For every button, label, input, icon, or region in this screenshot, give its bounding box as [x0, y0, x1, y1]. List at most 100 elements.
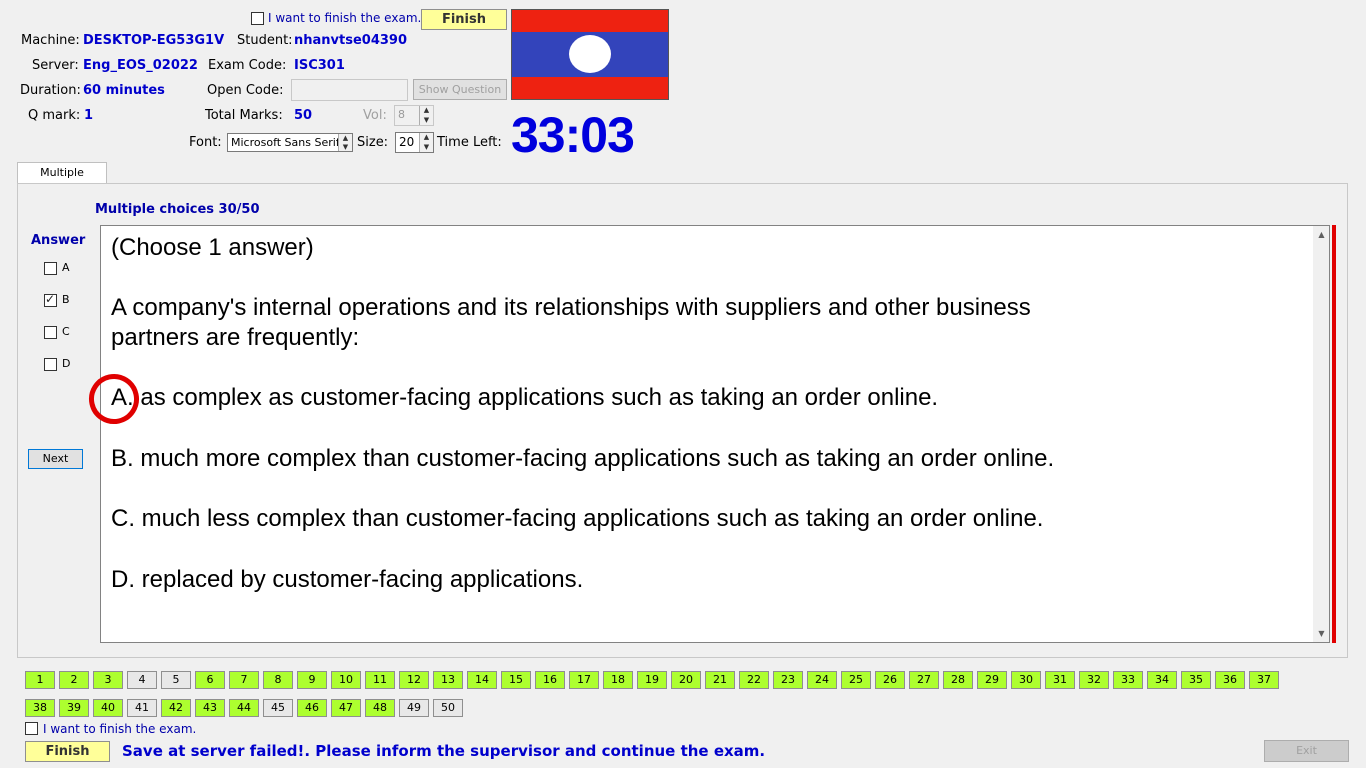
question-number-button[interactable]: 32	[1079, 671, 1109, 689]
flag-top-stripe	[512, 10, 668, 32]
total-marks-value: 50	[294, 108, 313, 123]
question-number-button[interactable]: 49	[399, 699, 429, 717]
open-code-input[interactable]	[291, 79, 408, 101]
question-progress: Multiple choices 30/50	[95, 202, 260, 217]
question-number-button[interactable]: 41	[127, 699, 157, 717]
question-scrollbar[interactable]: ▲ ▼	[1313, 226, 1329, 642]
student-value: nhanvtse04390	[294, 33, 408, 48]
question-number-button[interactable]: 48	[365, 699, 395, 717]
question-number-button[interactable]: 25	[841, 671, 871, 689]
total-marks-label: Total Marks:	[205, 108, 283, 123]
question-number-button[interactable]: 11	[365, 671, 395, 689]
vol-stepper[interactable]: 8 ▲ ▼	[394, 105, 434, 126]
question-grid-row-1: 1 2 3 4 5 6 7 8 9 10 11 12 13 14 15 16 17 18 19 20 21 22 23 24 2…	[25, 671, 1325, 691]
question-number-button[interactable]: 45	[263, 699, 293, 717]
question-number-button[interactable]: 21	[705, 671, 735, 689]
question-number-button[interactable]: 6	[195, 671, 225, 689]
exam-code-value: ISC301	[294, 58, 345, 73]
question-number-button[interactable]: 37	[1249, 671, 1279, 689]
question-number-button[interactable]: 1	[25, 671, 55, 689]
question-number-button[interactable]: 43	[195, 699, 225, 717]
size-value: 20	[399, 135, 415, 149]
question-number-button[interactable]: 35	[1181, 671, 1211, 689]
question-number-button[interactable]: 16	[535, 671, 565, 689]
finish-check-label-top: I want to finish the exam.	[268, 11, 422, 25]
answer-checkbox-a[interactable]	[44, 262, 57, 275]
flag-bottom-stripe	[512, 77, 668, 99]
finish-checkbox-top[interactable]	[251, 12, 264, 25]
finish-check-label-bottom: I want to finish the exam.	[43, 722, 197, 736]
question-number-button[interactable]: 23	[773, 671, 803, 689]
question-number-button[interactable]: 42	[161, 699, 191, 717]
question-number-button[interactable]: 50	[433, 699, 463, 717]
next-button[interactable]: Next	[28, 449, 83, 469]
open-code-label: Open Code:	[207, 83, 284, 98]
flag-image	[511, 9, 669, 100]
choice-c-text: C. much less complex than customer-facin…	[111, 505, 1044, 532]
question-number-button[interactable]: 18	[603, 671, 633, 689]
question-number-button[interactable]: 36	[1215, 671, 1245, 689]
vol-spin-buttons[interactable]: ▲ ▼	[419, 106, 433, 125]
question-number-button[interactable]: 10	[331, 671, 361, 689]
finish-button-bottom[interactable]: Finish	[25, 741, 110, 762]
question-stem-line-1: A company's internal operations and its …	[111, 294, 1031, 321]
question-number-button[interactable]: 22	[739, 671, 769, 689]
tab-multiple-choices[interactable]: Multiple Choices	[17, 162, 107, 198]
finish-checkbox-bottom[interactable]	[25, 722, 38, 735]
scroll-down-arrow-icon[interactable]: ▼	[1313, 625, 1329, 642]
question-number-button[interactable]: 15	[501, 671, 531, 689]
exam-code-label: Exam Code:	[208, 58, 287, 73]
show-question-button[interactable]: Show Question	[413, 79, 507, 100]
question-number-button[interactable]: 39	[59, 699, 89, 717]
answer-checkbox-b[interactable]	[44, 292, 57, 307]
question-number-button[interactable]: 40	[93, 699, 123, 717]
time-left-value: 33:03	[511, 107, 635, 163]
question-number-button[interactable]: 38	[25, 699, 55, 717]
size-spin-buttons[interactable]: ▲ ▼	[419, 133, 433, 152]
finish-button-top[interactable]: Finish	[421, 9, 507, 30]
question-number-button[interactable]: 26	[875, 671, 905, 689]
question-number-button[interactable]: 13	[433, 671, 463, 689]
question-number-button[interactable]: 34	[1147, 671, 1177, 689]
question-number-button[interactable]: 17	[569, 671, 599, 689]
answer-letter-b: B	[62, 293, 70, 306]
question-number-button[interactable]: 20	[671, 671, 701, 689]
exit-button[interactable]: Exit	[1264, 740, 1349, 762]
student-label: Student:	[237, 33, 293, 48]
question-number-button[interactable]: 29	[977, 671, 1007, 689]
machine-value: DESKTOP-EG53G1V	[83, 33, 225, 48]
question-number-button[interactable]: 3	[93, 671, 123, 689]
question-number-button[interactable]: 28	[943, 671, 973, 689]
question-number-button[interactable]: 19	[637, 671, 667, 689]
question-number-button[interactable]: 33	[1113, 671, 1143, 689]
font-select[interactable]: Microsoft Sans Serif ▲ ▼	[227, 133, 353, 152]
question-number-button[interactable]: 46	[297, 699, 327, 717]
question-number-button[interactable]: 4	[127, 671, 157, 689]
server-value: Eng_EOS_02022	[83, 58, 198, 73]
question-number-button[interactable]: 44	[229, 699, 259, 717]
answer-letter-c: C	[62, 325, 70, 338]
answer-checkbox-d[interactable]	[44, 358, 57, 371]
question-number-button[interactable]: 12	[399, 671, 429, 689]
choice-d-text: D. replaced by customer-facing applicati…	[111, 566, 584, 593]
size-label: Size:	[357, 135, 389, 150]
question-number-button[interactable]: 2	[59, 671, 89, 689]
font-spin-buttons[interactable]: ▲ ▼	[338, 134, 352, 151]
size-stepper[interactable]: 20 ▲ ▼	[395, 132, 434, 153]
question-number-button[interactable]: 7	[229, 671, 259, 689]
scroll-up-arrow-icon[interactable]: ▲	[1313, 226, 1329, 243]
question-number-button[interactable]: 24	[807, 671, 837, 689]
answer-letter-a: A	[62, 261, 70, 274]
question-number-button[interactable]: 30	[1011, 671, 1041, 689]
question-number-button[interactable]: 31	[1045, 671, 1075, 689]
question-number-button[interactable]: 5	[161, 671, 191, 689]
question-instruction: (Choose 1 answer)	[111, 234, 314, 261]
question-number-button[interactable]: 47	[331, 699, 361, 717]
question-text-box: (Choose 1 answer) A company's internal o…	[100, 225, 1330, 643]
question-number-button[interactable]: 9	[297, 671, 327, 689]
question-grid-row-2: 38 39 40 41 42 43 44 45 46 47 48 49 50	[25, 699, 1325, 719]
answer-checkbox-c[interactable]	[44, 326, 57, 339]
question-number-button[interactable]: 27	[909, 671, 939, 689]
question-number-button[interactable]: 14	[467, 671, 497, 689]
question-number-button[interactable]: 8	[263, 671, 293, 689]
